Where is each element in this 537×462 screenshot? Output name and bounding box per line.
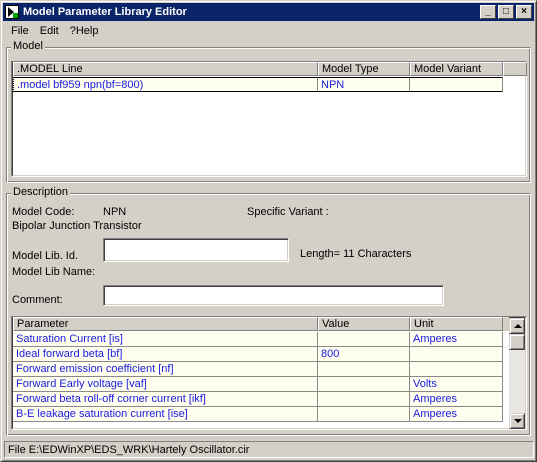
model-group-label: Model <box>11 40 45 52</box>
scroll-down-button[interactable] <box>509 413 525 429</box>
model-code-label: Model Code: <box>12 206 75 218</box>
arrow-down-icon <box>514 419 522 423</box>
specific-variant-label: Specific Variant : <box>247 206 329 218</box>
value-cell[interactable] <box>318 377 410 392</box>
title-bar[interactable]: Model Parameter Library Editor _ □ × <box>3 3 534 21</box>
col-model-type[interactable]: Model Type <box>318 62 410 76</box>
table-row[interactable]: B-E leakage saturation current [ise] Amp… <box>13 407 503 422</box>
model-line-cell[interactable]: .model bf959 npn(bf=800) <box>13 77 318 92</box>
unit-cell[interactable] <box>410 347 503 362</box>
minimize-button[interactable]: _ <box>480 5 496 19</box>
parameter-cell[interactable]: Forward beta roll-off corner current [ik… <box>13 392 318 407</box>
unit-cell[interactable]: Amperes <box>410 392 503 407</box>
length-text: Length= 11 Characters <box>300 248 412 260</box>
comment-field[interactable] <box>103 285 444 306</box>
value-cell[interactable] <box>318 362 410 377</box>
table-row[interactable]: Forward beta roll-off corner current [ik… <box>13 392 503 407</box>
parameter-cell[interactable]: Forward Early voltage [vaf] <box>13 377 318 392</box>
parameter-cell[interactable]: Saturation Current [is] <box>13 332 318 347</box>
comment-label: Comment: <box>12 294 63 306</box>
unit-cell[interactable]: Amperes <box>410 332 503 347</box>
table-row[interactable]: Saturation Current [is] Amperes <box>13 332 503 347</box>
scroll-thumb[interactable] <box>509 334 525 350</box>
model-lib-id-field[interactable] <box>103 238 289 262</box>
model-lib-id-label: Model Lib. Id. <box>12 250 79 262</box>
table-row[interactable]: Forward Early voltage [vaf] Volts <box>13 377 503 392</box>
arrow-up-icon <box>514 324 522 328</box>
main-window: Model Parameter Library Editor _ □ × Fil… <box>0 0 537 462</box>
scroll-up-button[interactable] <box>509 318 525 334</box>
parameter-cell[interactable]: Ideal forward beta [bf] <box>13 347 318 362</box>
value-cell[interactable] <box>318 407 410 422</box>
menu-file[interactable]: File <box>5 24 34 41</box>
parameter-table-scrollbar[interactable] <box>509 318 525 429</box>
parameter-cell[interactable]: B-E leakage saturation current [ise] <box>13 407 318 422</box>
window-title: Model Parameter Library Editor <box>23 6 187 18</box>
parameter-cell[interactable]: Forward emission coefficient [nf] <box>13 362 318 377</box>
col-filler <box>503 62 527 76</box>
col-value[interactable]: Value <box>318 317 410 331</box>
table-row[interactable]: Forward emission coefficient [nf] <box>13 362 503 377</box>
description-group-label: Description <box>11 186 71 198</box>
model-table[interactable]: .MODEL Line Model Type Model Variant .mo… <box>11 61 527 177</box>
maximize-button[interactable]: □ <box>498 5 514 19</box>
status-bar: File E:\EDWinXP\EDS_WRK\Hartely Oscillat… <box>4 441 534 458</box>
close-button[interactable]: × <box>516 5 532 19</box>
unit-cell[interactable] <box>410 362 503 377</box>
parameter-table-header: Parameter Value Unit <box>13 317 509 331</box>
app-icon <box>5 5 19 19</box>
menu-help[interactable]: ?Help <box>64 24 104 41</box>
menu-edit[interactable]: Edit <box>34 24 64 41</box>
model-type-cell[interactable]: NPN <box>318 77 410 92</box>
parameter-table[interactable]: Parameter Value Unit Saturation Current … <box>11 316 527 430</box>
col-model-line[interactable]: .MODEL Line <box>13 62 318 76</box>
col-model-variant[interactable]: Model Variant <box>410 62 503 76</box>
value-cell[interactable] <box>318 332 410 347</box>
table-row[interactable]: Ideal forward beta [bf] 800 <box>13 347 503 362</box>
model-variant-cell[interactable] <box>410 77 503 92</box>
unit-cell[interactable]: Volts <box>410 377 503 392</box>
model-table-header: .MODEL Line Model Type Model Variant <box>13 62 527 76</box>
col-parameter[interactable]: Parameter <box>13 317 318 331</box>
menu-bar: File Edit ?Help <box>5 24 103 41</box>
table-row[interactable]: .model bf959 npn(bf=800) NPN <box>13 77 503 92</box>
model-code-value: NPN <box>103 206 127 218</box>
col-unit[interactable]: Unit <box>410 317 503 331</box>
type-description: Bipolar Junction Transistor <box>12 220 142 232</box>
value-cell[interactable]: 800 <box>318 347 410 362</box>
model-lib-name-label: Model Lib Name: <box>12 266 96 278</box>
unit-cell[interactable]: Amperes <box>410 407 503 422</box>
value-cell[interactable] <box>318 392 410 407</box>
